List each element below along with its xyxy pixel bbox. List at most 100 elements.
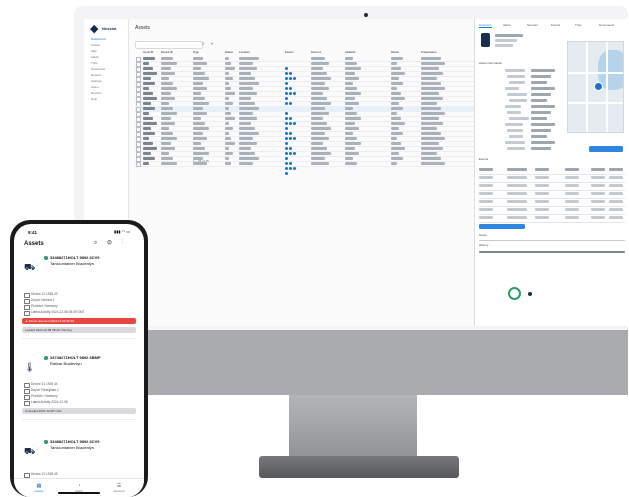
event-cell <box>609 184 623 187</box>
card-divider <box>22 419 136 420</box>
table-header-cell[interactable]: Device ID <box>161 51 173 54</box>
table-cell <box>345 107 353 110</box>
asset-title[interactable]: 33488271HOLT 9892 6CV9 <box>50 439 100 444</box>
table-cell <box>391 82 403 85</box>
table-cell <box>391 157 403 160</box>
sidebar-item[interactable]: Users <box>91 85 99 89</box>
event-indicators <box>285 122 293 135</box>
table-cell <box>391 147 405 150</box>
asset-title[interactable]: 33488271HOLT 9892 6CV9 <box>50 255 100 260</box>
table-cell <box>193 87 207 90</box>
search-input[interactable] <box>135 41 203 49</box>
monitor-stand-base <box>259 456 459 478</box>
sidebar-item[interactable]: Settings <box>91 79 102 83</box>
map-road <box>568 102 623 104</box>
event-indicators <box>285 62 293 75</box>
table-cell <box>225 157 229 160</box>
table-header-cell[interactable]: Sensors <box>311 51 321 54</box>
monitor-chin <box>74 330 628 395</box>
table-cell <box>311 107 325 110</box>
status-icons: ▮▮▮ ◠ ▭ <box>114 229 131 234</box>
location-map[interactable] <box>567 41 624 133</box>
table-cell <box>225 142 235 145</box>
sidebar-item[interactable]: Assets <box>91 43 100 47</box>
table-cell <box>143 137 149 140</box>
table-header-cell[interactable]: Events <box>285 51 294 54</box>
mobile-page-title[interactable]: Assets <box>24 241 44 247</box>
table-cell <box>311 117 323 120</box>
info-value <box>531 87 555 90</box>
table-cell <box>239 162 253 165</box>
detail-tab[interactable]: Events <box>551 23 560 27</box>
mobile-header-actions[interactable]: ⌕ ⚙ ⋮ <box>94 240 127 247</box>
event-cell <box>507 192 527 195</box>
pagination[interactable]: 1 – 25 of 25 <box>193 159 209 163</box>
detail-tab[interactable]: Alerts <box>503 23 511 27</box>
event-row[interactable] <box>479 214 625 223</box>
sidebar-item[interactable]: Dashboard <box>91 37 106 41</box>
table-header-cell[interactable]: Location <box>239 51 250 54</box>
event-indicators <box>285 82 296 95</box>
table-cell <box>193 127 209 130</box>
info-label <box>505 141 525 144</box>
table-header-cell[interactable]: Shock <box>391 51 399 54</box>
tab-label: Account <box>113 489 125 493</box>
table-cell <box>193 97 205 100</box>
table-cell <box>143 127 151 130</box>
table-row[interactable] <box>135 161 474 175</box>
table-cell <box>161 162 177 165</box>
table-cell <box>161 142 171 145</box>
table-header-cell[interactable]: Type <box>193 51 199 54</box>
event-cell <box>591 208 605 211</box>
sidebar-item[interactable]: Geofences <box>91 67 106 71</box>
table-cell <box>311 82 325 85</box>
sidebar-item[interactable]: Help <box>91 97 97 101</box>
table-cell <box>311 132 325 135</box>
table-cell <box>193 147 205 150</box>
event-cell <box>535 192 549 195</box>
mobile-tab-assets[interactable]: ▦ Assets <box>24 483 54 493</box>
table-header-cell[interactable]: Temperature <box>421 51 437 54</box>
mobile-tab-account[interactable]: ☰ Account <box>104 483 134 493</box>
event-cell <box>479 184 493 187</box>
table-cell <box>421 132 441 135</box>
alert-badge[interactable]: ▲ Shock detected 2024-12-08 08:49 <box>22 318 136 324</box>
table-cell <box>345 97 355 100</box>
sidebar-item[interactable]: Reports <box>91 73 102 77</box>
refresh-fab-button[interactable] <box>508 287 521 300</box>
sidebar-item[interactable]: Devices <box>91 91 102 95</box>
table-cell <box>143 162 149 165</box>
map-pin-icon[interactable] <box>594 82 603 91</box>
info-value <box>531 111 551 114</box>
table-header-cell[interactable]: Asset ID <box>143 51 153 54</box>
row-checkbox[interactable] <box>136 162 141 167</box>
action-button[interactable] <box>589 146 623 152</box>
table-cell <box>143 147 157 150</box>
event-cell <box>609 200 623 203</box>
event-cell <box>507 168 527 171</box>
info-label <box>507 147 525 150</box>
status-badge[interactable]: Unloaded 2024-12-08 / Idle <box>22 408 136 414</box>
event-cell <box>565 216 579 219</box>
detail-tab[interactable]: Sensors <box>527 23 538 27</box>
event-indicators <box>285 147 289 160</box>
table-cell <box>143 62 149 65</box>
detail-section-asset-info: Asset information <box>479 61 503 65</box>
search-icon[interactable]: ⌕ <box>202 41 205 47</box>
sidebar-item[interactable]: Map <box>91 49 97 53</box>
sidebar-item[interactable]: Trips <box>91 61 98 65</box>
detail-tab[interactable]: Documents <box>599 23 614 27</box>
table-cell <box>345 57 353 60</box>
help-icon[interactable] <box>528 292 532 296</box>
table-header-cell[interactable]: Updated <box>345 51 355 54</box>
asset-title[interactable]: 33748271HOLT 9892 6BMP <box>50 355 101 360</box>
detail-tab[interactable]: Trips <box>575 23 582 27</box>
sidebar-item[interactable]: Alerts <box>91 55 99 59</box>
filter-button[interactable]: ▾ <box>211 41 213 46</box>
detail-tab[interactable]: Overview <box>479 23 492 28</box>
table-cell <box>345 92 361 95</box>
status-badge[interactable]: Loaded 2024-12-08 08:49 / Moving <box>22 327 136 333</box>
event-indicators <box>285 137 293 150</box>
view-all-events-button[interactable] <box>479 224 525 229</box>
table-header-cell[interactable]: Status <box>225 51 233 54</box>
